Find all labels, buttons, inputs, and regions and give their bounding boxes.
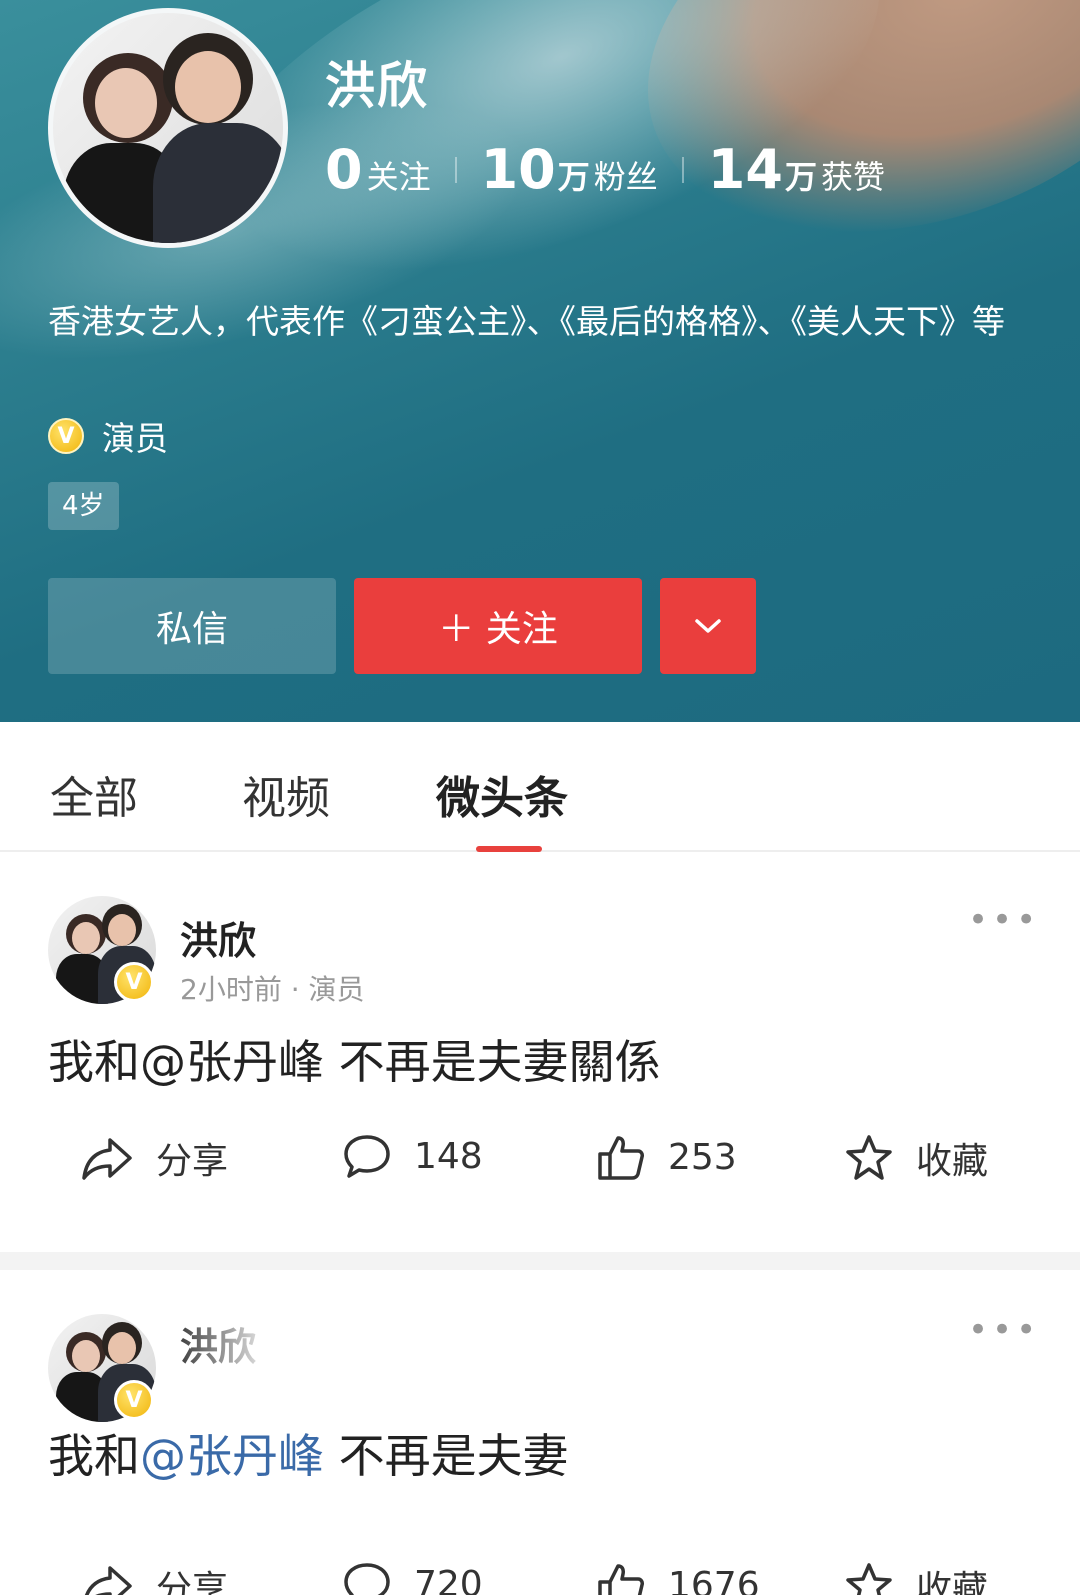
- comment-button[interactable]: 720: [342, 1560, 483, 1595]
- profile-header: 洪欣 0 关注 10 万 粉丝 14 万 获赞 香港女艺人，代表作《刁蛮公主》、…: [0, 0, 1080, 722]
- stat-divider: [454, 156, 457, 183]
- active-tab-indicator: [476, 846, 542, 852]
- followers-label[interactable]: 粉丝: [594, 152, 658, 198]
- likes-label[interactable]: 获赞: [821, 152, 885, 198]
- follow-button-label: ＋ 关注: [438, 609, 558, 650]
- verification-row: V 演员: [48, 412, 168, 460]
- tab-micro-posts[interactable]: 微头条: [436, 762, 568, 826]
- comment-count: 148: [414, 1135, 483, 1177]
- like-count: 253: [668, 1136, 737, 1178]
- like-icon: [598, 1136, 644, 1180]
- post-more-icon[interactable]: •••: [968, 900, 1040, 940]
- chevron-down-icon: [695, 619, 721, 633]
- share-button[interactable]: 分享: [80, 1560, 228, 1595]
- share-label: 分享: [156, 1569, 229, 1595]
- post-text-prefix: 我和: [48, 1035, 140, 1089]
- content-tabs: 全部 视频 微头条: [0, 722, 1080, 1537]
- favorite-label: 收藏: [916, 1569, 989, 1595]
- motion-blur-overlay: [180, 1322, 400, 1414]
- post-actions: 分享 720 1676 收藏: [0, 1560, 1080, 1595]
- post-actions: 分享 148 253 收藏: [0, 1132, 1080, 1192]
- likes-unit[interactable]: 万: [785, 152, 817, 198]
- more-options-button[interactable]: [660, 578, 756, 674]
- comment-button[interactable]: 148: [342, 1132, 483, 1180]
- share-icon: [84, 1566, 132, 1595]
- post-text-suffix: 不再是夫妻關係: [324, 1035, 661, 1089]
- profile-stats: 0 关注 10 万 粉丝 14 万 获赞: [325, 138, 885, 201]
- tab-all[interactable]: 全部: [50, 762, 138, 826]
- post-card[interactable]: V 洪欣 2小时前 · 演员 ••• 我和@张丹峰 不再是夫妻關係 分享 148…: [0, 854, 1080, 1252]
- account-age-tag: 4岁: [48, 482, 119, 530]
- likes-count[interactable]: 14: [708, 138, 783, 201]
- followers-unit[interactable]: 万: [558, 152, 590, 198]
- post-author-name[interactable]: 洪欣: [180, 910, 256, 965]
- comment-icon: [344, 1563, 390, 1595]
- message-button-label: 私信: [155, 609, 228, 650]
- favorite-button[interactable]: 收藏: [844, 1560, 988, 1595]
- verified-badge-icon: V: [48, 418, 84, 454]
- verified-badge-icon: V: [114, 962, 154, 1002]
- comment-icon: [344, 1135, 390, 1178]
- like-icon: [598, 1564, 644, 1595]
- message-button[interactable]: 私信: [48, 578, 336, 674]
- post-more-icon[interactable]: •••: [968, 1310, 1040, 1350]
- following-count[interactable]: 0: [325, 138, 363, 201]
- post-text[interactable]: 我和@张丹峰 不再是夫妻: [48, 1420, 569, 1486]
- followers-count[interactable]: 10: [481, 138, 556, 201]
- following-label[interactable]: 关注: [367, 152, 431, 198]
- post-text[interactable]: 我和@张丹峰 不再是夫妻關係: [48, 1026, 661, 1092]
- mention-link[interactable]: @张丹峰: [140, 1429, 324, 1483]
- like-button[interactable]: 253: [596, 1132, 737, 1182]
- post-meta: 2小时前 · 演员: [180, 973, 365, 1006]
- profile-bio: 香港女艺人，代表作《刁蛮公主》、《最后的格格》、《美人天下》等: [48, 302, 1005, 341]
- verification-label: 演员: [102, 419, 168, 458]
- like-button[interactable]: 1676: [596, 1560, 760, 1595]
- favorite-label: 收藏: [916, 1141, 989, 1182]
- share-button[interactable]: 分享: [80, 1132, 228, 1184]
- follow-button[interactable]: ＋ 关注: [354, 578, 642, 674]
- comment-count: 720: [414, 1563, 483, 1595]
- post-text-prefix: 我和: [48, 1429, 140, 1483]
- verified-badge-icon: V: [114, 1380, 154, 1420]
- profile-name: 洪欣: [325, 57, 429, 115]
- post-divider: [0, 1252, 1080, 1270]
- share-icon: [82, 1138, 132, 1180]
- tab-videos[interactable]: 视频: [242, 762, 330, 826]
- mention-link[interactable]: @张丹峰: [140, 1035, 324, 1089]
- post-card[interactable]: V 洪欣 ••• 我和@张丹峰 不再是夫妻 分享 720 1676: [0, 1270, 1080, 1595]
- share-label: 分享: [156, 1141, 229, 1182]
- star-icon: [846, 1563, 892, 1595]
- post-text-suffix: 不再是夫妻: [324, 1429, 569, 1483]
- star-icon: [846, 1135, 892, 1180]
- stat-divider: [681, 156, 684, 183]
- favorite-button[interactable]: 收藏: [844, 1132, 988, 1184]
- like-count: 1676: [668, 1564, 760, 1595]
- profile-avatar[interactable]: [48, 8, 288, 248]
